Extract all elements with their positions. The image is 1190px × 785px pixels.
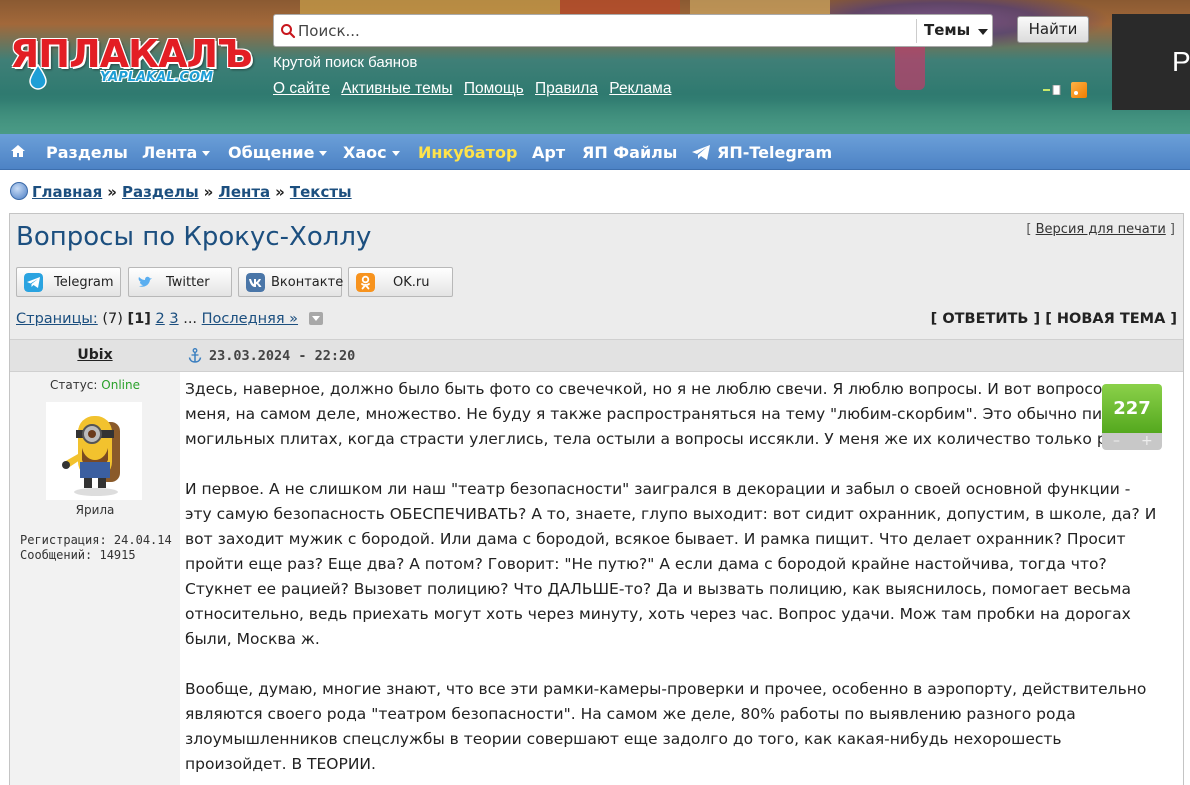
nav-item-feed[interactable]: Лента (142, 143, 211, 162)
main-nav: Разделы Лента Общение Хаос Инкубатор Арт… (0, 134, 1190, 170)
chevron-down-icon (202, 151, 211, 156)
banner-decoration (300, 0, 560, 14)
rating-plus-button[interactable]: + (1141, 433, 1153, 449)
anchor-icon[interactable] (188, 348, 202, 363)
online-badge: Online (101, 378, 140, 392)
current-page: [1] (127, 311, 151, 327)
nav-item-incubator[interactable]: Инкубатор (418, 143, 517, 162)
post-body: Здесь, наверное, должно было быть фото с… (185, 377, 1160, 785)
feed-icons (1043, 82, 1089, 98)
nav-item-files[interactable]: ЯП Файлы (582, 143, 677, 162)
breadcrumb-separator: » (203, 183, 214, 201)
topic-actions: [ ОТВЕТИТЬ ] [ НОВАЯ ТЕМА ] (930, 311, 1177, 327)
rating-controls: – + (1102, 433, 1162, 450)
new-topic-button[interactable]: НОВАЯ ТЕМА (1057, 311, 1165, 327)
top-link-ads[interactable]: Реклама (609, 80, 671, 97)
banner-decoration (560, 0, 680, 14)
breadcrumb-separator: » (275, 183, 285, 201)
post-rating: 227 – + (1102, 384, 1162, 450)
banner-decoration (895, 40, 925, 90)
chevron-down-icon[interactable] (978, 29, 988, 35)
droplet-icon (29, 64, 47, 90)
share-telegram-button[interactable]: Telegram (16, 267, 121, 297)
twitter-icon (138, 276, 152, 287)
pages-dropdown-icon[interactable] (308, 312, 323, 325)
vk-icon (246, 273, 265, 292)
nav-item-communication[interactable]: Общение (228, 143, 328, 162)
top-link-active-topics[interactable]: Активные темы (341, 80, 452, 97)
share-twitter-button[interactable]: Twitter (128, 267, 232, 297)
post-paragraph: И первое. А не слишком ли наш "театр без… (185, 480, 1157, 648)
rating-minus-button[interactable]: – (1113, 433, 1120, 449)
breadcrumb: Главная» Разделы» Лента» Тексты (10, 182, 352, 201)
top-link-help[interactable]: Помощь (464, 80, 524, 97)
chevron-down-icon (319, 151, 328, 156)
breadcrumb-home[interactable]: Главная (32, 183, 102, 201)
banner-decoration (0, 100, 1190, 134)
topic-title: Вопросы по Крокус-Холлу (16, 222, 372, 252)
side-ad[interactable]: Р (1112, 14, 1190, 110)
breadcrumb-icon (10, 182, 28, 200)
topic-container: Вопросы по Крокус-Холлу [ Версия для печ… (9, 213, 1184, 785)
author-panel: Статус: Online Ярила Регистрация: 24.04.… (10, 372, 180, 785)
author-meta: Регистрация: 24.04.14 Сообщений: 14915 (20, 533, 172, 563)
search-input[interactable] (298, 19, 908, 43)
author-name[interactable]: Ubix (77, 347, 112, 363)
logo-subtext: YAPLAKAL.COM (100, 70, 213, 85)
avatar[interactable] (46, 402, 142, 500)
author-rank: Ярила (75, 503, 115, 517)
telegram-icon (24, 273, 43, 292)
post: Ubix 23.03.2024 - 22:20 Статус: Online Я… (10, 339, 1183, 785)
page-link-3[interactable]: 3 (169, 311, 178, 327)
print-version: [ Версия для печати ] (1026, 222, 1175, 237)
search-box: Темы (273, 14, 993, 47)
header-banner: ЯПЛАКАЛЪ YAPLAKAL.COM Темы Найти Крутой … (0, 0, 1190, 134)
search-scope-select[interactable]: Темы (924, 21, 970, 39)
print-version-link[interactable]: Версия для печати (1036, 222, 1166, 237)
arrow-page-icon[interactable] (1043, 85, 1061, 95)
breadcrumb-feed[interactable]: Лента (218, 183, 270, 201)
ok-icon (356, 273, 375, 292)
post-paragraph: Вообще, думаю, многие знают, что все эти… (185, 680, 1147, 773)
banner-decoration (690, 0, 830, 14)
pages-total: (7) (102, 311, 123, 327)
share-ok-button[interactable]: OK.ru (348, 267, 453, 297)
post-paragraph: Здесь, наверное, должно было быть фото с… (185, 380, 1159, 448)
side-ad-letter: Р (1172, 46, 1190, 77)
find-button[interactable]: Найти (1017, 16, 1089, 43)
breadcrumb-texts[interactable]: Тексты (290, 183, 352, 201)
search-separator (916, 19, 917, 43)
breadcrumb-sections[interactable]: Разделы (122, 183, 199, 201)
top-link-about[interactable]: О сайте (273, 80, 330, 97)
author-registration: Регистрация: 24.04.14 (20, 533, 172, 547)
reply-button[interactable]: ОТВЕТИТЬ (942, 311, 1028, 327)
post-author-header: Ubix (10, 339, 180, 372)
author-messages: Сообщений: 14915 (20, 548, 136, 562)
top-links: О сайте Активные темы Помощь Правила Рек… (273, 80, 678, 98)
last-page-link[interactable]: Последняя » (202, 311, 298, 327)
rating-value: 227 (1102, 384, 1162, 433)
breadcrumb-separator: » (107, 183, 117, 201)
post-header: 23.03.2024 - 22:20 (180, 339, 1183, 372)
telegram-icon[interactable] (691, 144, 711, 161)
tagline: Крутой поиск баянов (273, 54, 418, 71)
nav-item-chaos[interactable]: Хаос (343, 143, 400, 162)
author-status: Статус: Online (49, 378, 140, 392)
rss-icon[interactable] (1071, 82, 1087, 98)
pages-ellipsis: ... (183, 311, 198, 327)
share-vk-button[interactable]: Вконтакте (238, 267, 343, 297)
home-icon[interactable] (10, 144, 26, 158)
nav-item-telegram[interactable]: ЯП-Telegram (717, 143, 832, 162)
nav-item-art[interactable]: Арт (532, 143, 565, 162)
page-link-2[interactable]: 2 (156, 311, 165, 327)
site-logo[interactable]: ЯПЛАКАЛЪ YAPLAKAL.COM (10, 32, 253, 94)
pages-label[interactable]: Страницы: (16, 311, 98, 327)
nav-item-sections[interactable]: Разделы (46, 143, 128, 162)
post-date: 23.03.2024 - 22:20 (209, 348, 356, 364)
top-link-rules[interactable]: Правила (535, 80, 598, 97)
chevron-down-icon (391, 151, 400, 156)
pagination: Страницы: (7) [1] 2 3 ... Последняя » (16, 311, 323, 327)
search-icon (281, 24, 296, 39)
